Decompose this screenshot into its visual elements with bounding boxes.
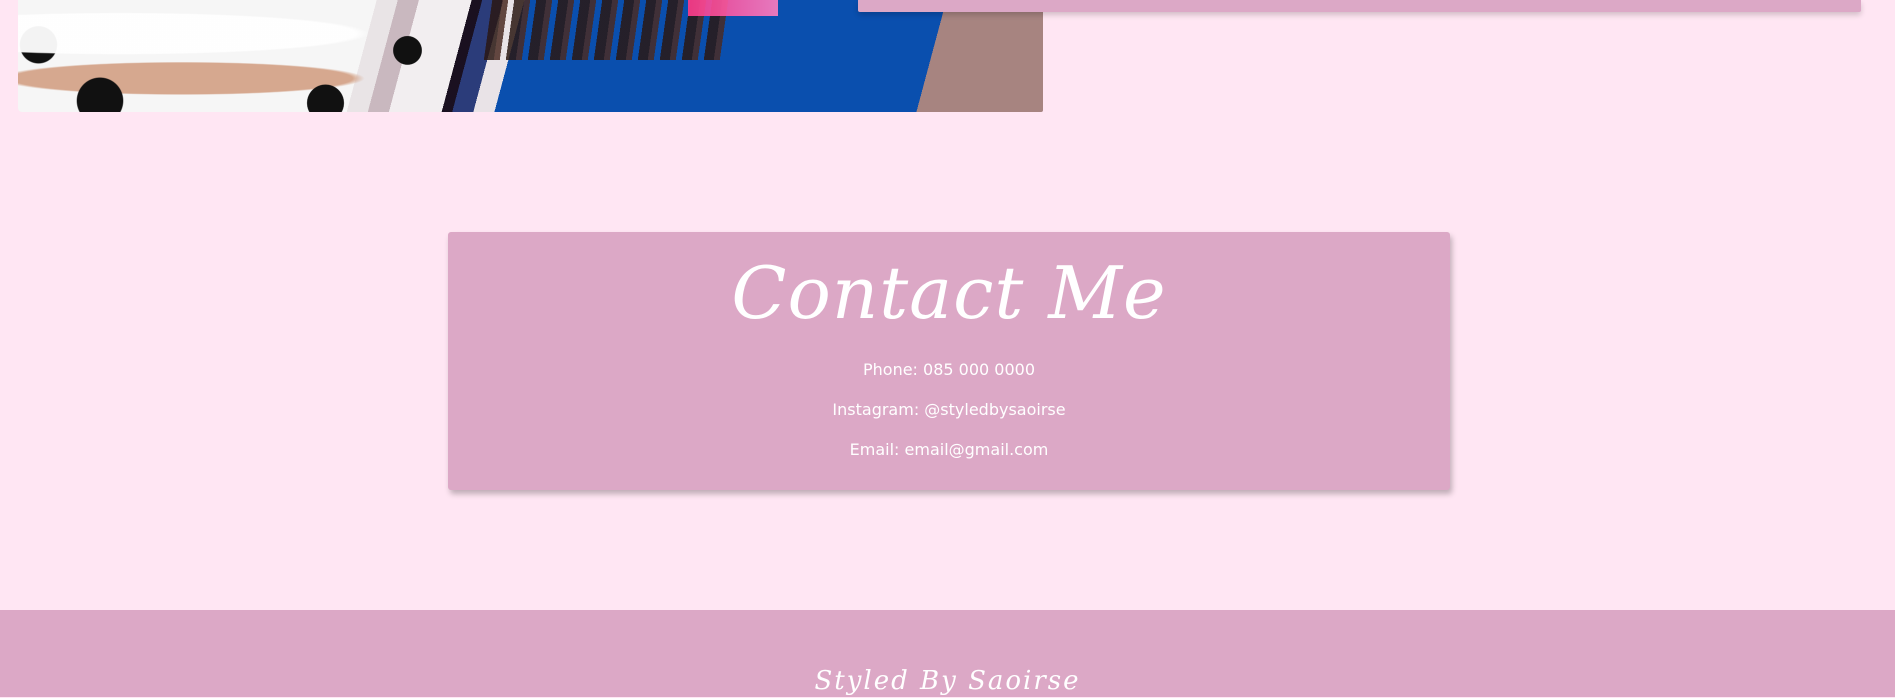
contact-email: Email: email@gmail.com [849,440,1049,459]
previous-section-card [858,0,1861,12]
hair-styling-photo [18,0,1043,112]
contact-instagram: Instagram: @styledbysaoirse [832,400,1066,419]
contact-title: Contact Me [731,251,1167,335]
contact-phone: Phone: 085 000 0000 [862,360,1035,379]
site-footer: Styled By Saoirse [0,610,1895,697]
photo-pink-accent [688,0,778,16]
footer-brand: Styled By Saoirse [814,666,1081,696]
contact-card: Contact Me Phone: 085 000 0000 Instagram… [448,232,1450,490]
